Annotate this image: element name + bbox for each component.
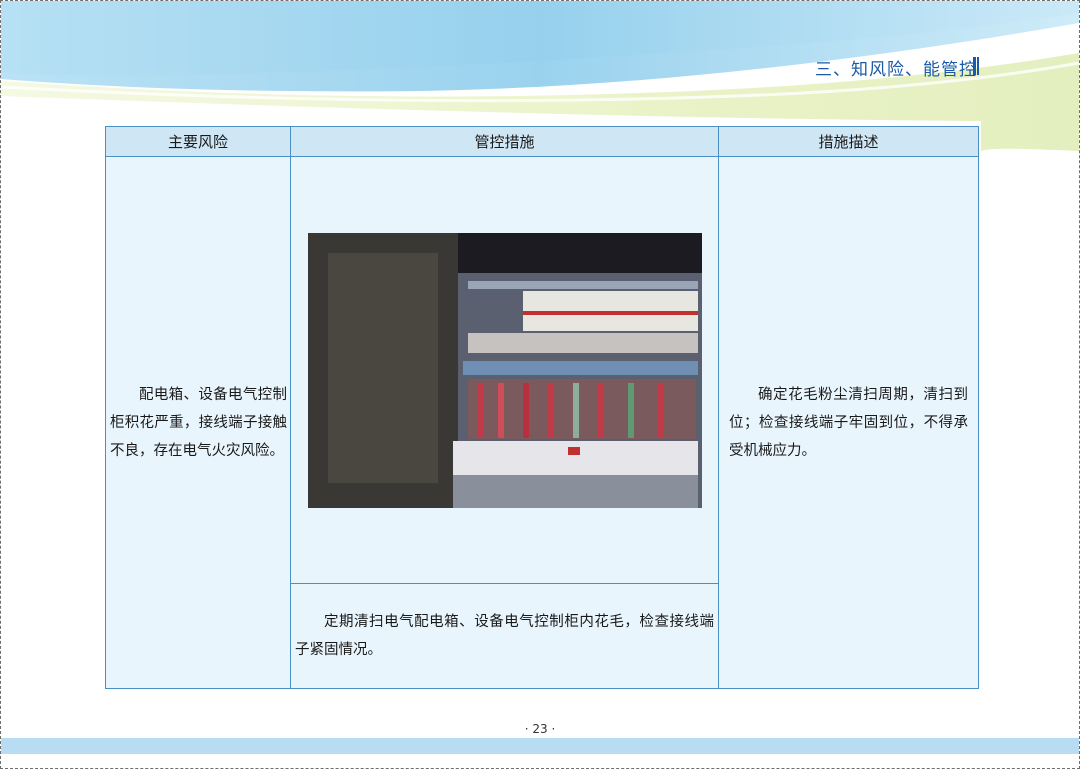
column-header-main-risk: 主要风险 [105,126,291,157]
photo-cell [290,156,719,584]
measure-description-text: 确定花毛粉尘清扫周期，清扫到位；检查接线端子牢固到位，不得承受机械应力。 [729,386,968,459]
risk-control-table: 主要风险 管控措施 措施描述 配电箱、设备电气控制柜积花严重，接线端子接触不良，… [105,126,979,689]
footer-decoration [1,738,1079,754]
main-risk-text: 配电箱、设备电气控制柜积花严重，接线端子接触不良，存在电气火灾风险。 [110,386,287,459]
column-header-control-measure: 管控措施 [290,126,719,157]
main-risk-cell: 配电箱、设备电气控制柜积花严重，接线端子接触不良，存在电气火灾风险。 [105,156,291,689]
column-header-measure-description: 措施描述 [718,126,979,157]
electrical-cabinet-photo [307,232,702,508]
wiring-bundle [467,378,696,439]
breaker-row-top [522,290,698,331]
section-title: 三、知风险、能管控 [815,60,977,80]
table-header-row: 主要风险 管控措施 措施描述 [105,126,979,157]
control-measure-cell: 定期清扫电气配电箱、设备电气控制柜内花毛，检查接线端子紧固情况。 [290,583,719,689]
section-marker-icon [973,57,979,75]
table-row: 配电箱、设备电气控制柜积花严重，接线端子接触不良，存在电气火灾风险。 确定花毛粉… [105,156,979,689]
document-page: 三、知风险、能管控 主要风险 管控措施 措施描述 配电箱、设备电气控制柜积花严重… [0,0,1080,769]
measure-description-cell: 确定花毛粉尘清扫周期，清扫到位；检查接线端子牢固到位，不得承受机械应力。 [718,156,979,689]
control-measure-text: 定期清扫电气配电箱、设备电气控制柜内花毛，检查接线端子紧固情况。 [295,614,714,658]
contactor-row [452,440,698,508]
page-number: · 23 · [524,722,556,736]
